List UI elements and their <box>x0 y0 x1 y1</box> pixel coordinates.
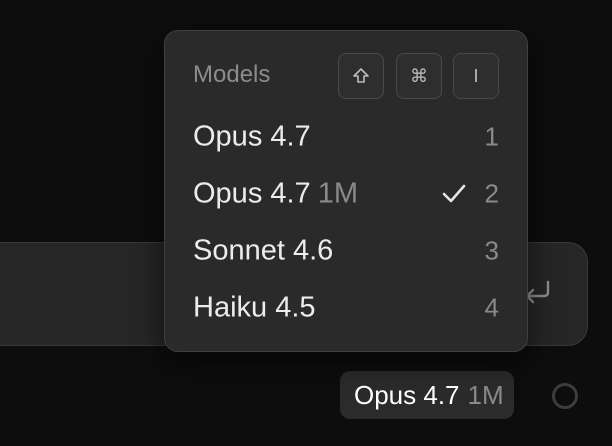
menu-item-label: Opus 4.7 1M <box>193 178 358 211</box>
menu-item-opus-4-7[interactable]: Opus 4.7 1 <box>165 109 527 165</box>
menu-item-sonnet-4-6[interactable]: Sonnet 4.6 3 <box>165 223 527 279</box>
menu-item-label: Sonnet 4.6 <box>193 235 333 268</box>
menu-item-shortcut: 2 <box>484 178 499 209</box>
ring-icon <box>552 383 578 409</box>
menu-item-haiku-4-5[interactable]: Haiku 4.5 4 <box>165 280 527 336</box>
menu-item-label: Opus 4.7 <box>193 121 311 154</box>
model-selector-suffix: 1M <box>467 379 504 410</box>
menu-item-shortcut: 3 <box>484 235 499 266</box>
shift-key-icon <box>338 53 384 99</box>
menu-title: Models <box>193 61 271 88</box>
models-menu: Models ⌘ I Opus 4.7 1 Opus 4.7 1M 2 Sonne… <box>164 30 528 352</box>
model-suffix: 1M <box>317 177 358 210</box>
model-name: Opus 4.7 <box>193 177 311 210</box>
menu-item-label: Haiku 4.5 <box>193 292 316 325</box>
menu-item-shortcut: 4 <box>484 292 499 323</box>
checkmark-icon <box>441 183 467 205</box>
model-name: Sonnet 4.6 <box>193 234 334 267</box>
menu-item-shortcut: 1 <box>484 121 499 152</box>
menu-item-opus-4-7-1m[interactable]: Opus 4.7 1M 2 <box>165 166 527 222</box>
command-key-icon: ⌘ <box>396 53 442 99</box>
model-selector-button[interactable]: Opus 4.7 1M <box>340 371 514 419</box>
model-name: Opus 4.7 <box>193 120 311 153</box>
model-selector-name: Opus 4.7 <box>354 379 460 410</box>
model-name: Haiku 4.5 <box>193 291 316 324</box>
shortcut-key-i: I <box>453 53 499 99</box>
